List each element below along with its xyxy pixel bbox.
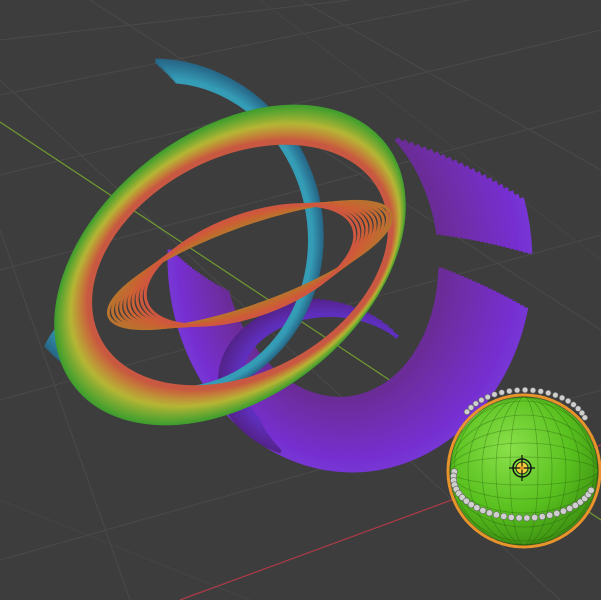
scene-canvas[interactable] (0, 0, 601, 600)
3d-viewport[interactable] (0, 0, 601, 600)
torus-knot-object[interactable] (0, 16, 537, 488)
torus-knot-blue-band (0, 58, 324, 402)
